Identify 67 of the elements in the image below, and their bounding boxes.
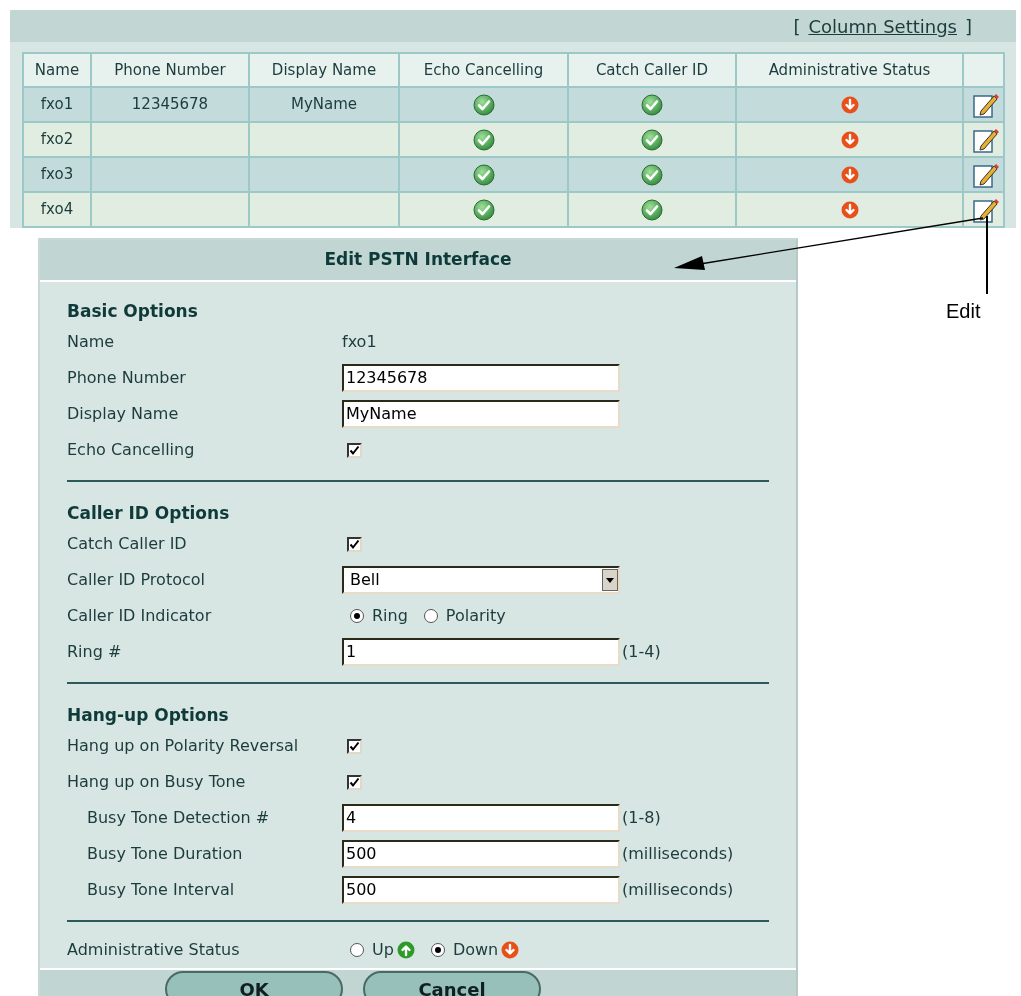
pencil-icon[interactable] — [973, 91, 999, 118]
dialog-button[interactable]: Cancel — [363, 971, 541, 996]
column-header: Catch Caller ID — [568, 53, 736, 87]
range-hint: (1-8) — [622, 807, 661, 829]
field-label: Hang up on Polarity Reversal — [67, 735, 300, 757]
pencil-icon[interactable] — [973, 161, 999, 188]
check-circle-icon — [641, 198, 663, 221]
checkbox[interactable] — [347, 536, 362, 552]
field-label: Caller ID Protocol — [67, 569, 206, 591]
radio-label: Up — [372, 939, 394, 961]
radio-label: Down — [452, 939, 499, 961]
checkbox[interactable] — [347, 774, 362, 790]
bracket-text: ] — [964, 14, 972, 39]
field-label: Ring # — [67, 641, 123, 663]
field-label: Echo Cancelling — [67, 439, 196, 461]
radio-button[interactable] — [430, 943, 445, 957]
field-label: Name — [67, 331, 116, 353]
check-circle-icon — [472, 198, 495, 221]
column-header: Display Name — [249, 53, 399, 87]
range-hint: (milliseconds) — [622, 843, 734, 865]
check-circle-icon — [641, 163, 663, 186]
input-field[interactable]: MyName — [342, 400, 620, 428]
field-label: Hang up on Busy Tone — [67, 771, 247, 793]
dialog-title: Edit PSTN Interface — [40, 240, 796, 282]
field-label: Busy Tone Interval — [86, 879, 236, 901]
field-label: Administrative Status — [67, 939, 241, 961]
input-field[interactable]: 500 — [342, 840, 620, 868]
table-cell: fxo4 — [23, 192, 91, 227]
pencil-icon[interactable] — [973, 126, 999, 153]
field-label: Busy Tone Duration — [86, 843, 244, 865]
input-field[interactable]: 500 — [342, 876, 620, 904]
field-label: Busy Tone Detection # — [86, 807, 271, 829]
radio-button[interactable] — [423, 609, 438, 623]
section-heading: Hang-up Options — [67, 703, 230, 727]
field-label: Phone Number — [67, 367, 187, 389]
check-circle-icon — [472, 93, 495, 116]
field-label: Caller ID Indicator — [67, 605, 213, 627]
check-circle-icon — [641, 93, 663, 116]
check-circle-icon — [641, 128, 663, 151]
column-header: Echo Cancelling — [399, 53, 568, 87]
column-header: Phone Number — [91, 53, 249, 87]
range-hint: (1-4) — [622, 641, 661, 663]
radio-label: Polarity — [445, 605, 506, 627]
radio-button[interactable] — [350, 609, 364, 623]
check-circle-icon — [472, 163, 495, 186]
input-field[interactable]: 4 — [342, 804, 620, 832]
column-header: Name — [23, 53, 91, 87]
checkbox[interactable] — [347, 442, 362, 458]
check-circle-icon — [472, 128, 495, 151]
checkbox[interactable] — [347, 738, 362, 754]
range-hint: (milliseconds) — [622, 879, 734, 901]
pencil-icon[interactable] — [973, 196, 999, 223]
section-heading: Basic Options — [67, 299, 199, 323]
bracket-text: [ — [793, 14, 801, 39]
input-field[interactable]: 1 — [342, 638, 620, 666]
field-label: Catch Caller ID — [67, 533, 188, 555]
radio-button[interactable] — [350, 943, 364, 957]
input-field[interactable]: 12345678 — [342, 364, 620, 392]
column-header: Administrative Status — [736, 53, 963, 87]
column-settings-link[interactable]: Column Settings — [808, 12, 957, 40]
field-value: fxo1 — [342, 331, 377, 353]
section-heading: Caller ID Options — [67, 501, 231, 525]
dropdown[interactable]: Bell — [342, 566, 620, 594]
dialog-button[interactable]: OK — [165, 971, 343, 996]
radio-label: Ring — [372, 605, 408, 627]
field-label: Display Name — [67, 403, 180, 425]
callout-label: Edit — [946, 299, 981, 324]
